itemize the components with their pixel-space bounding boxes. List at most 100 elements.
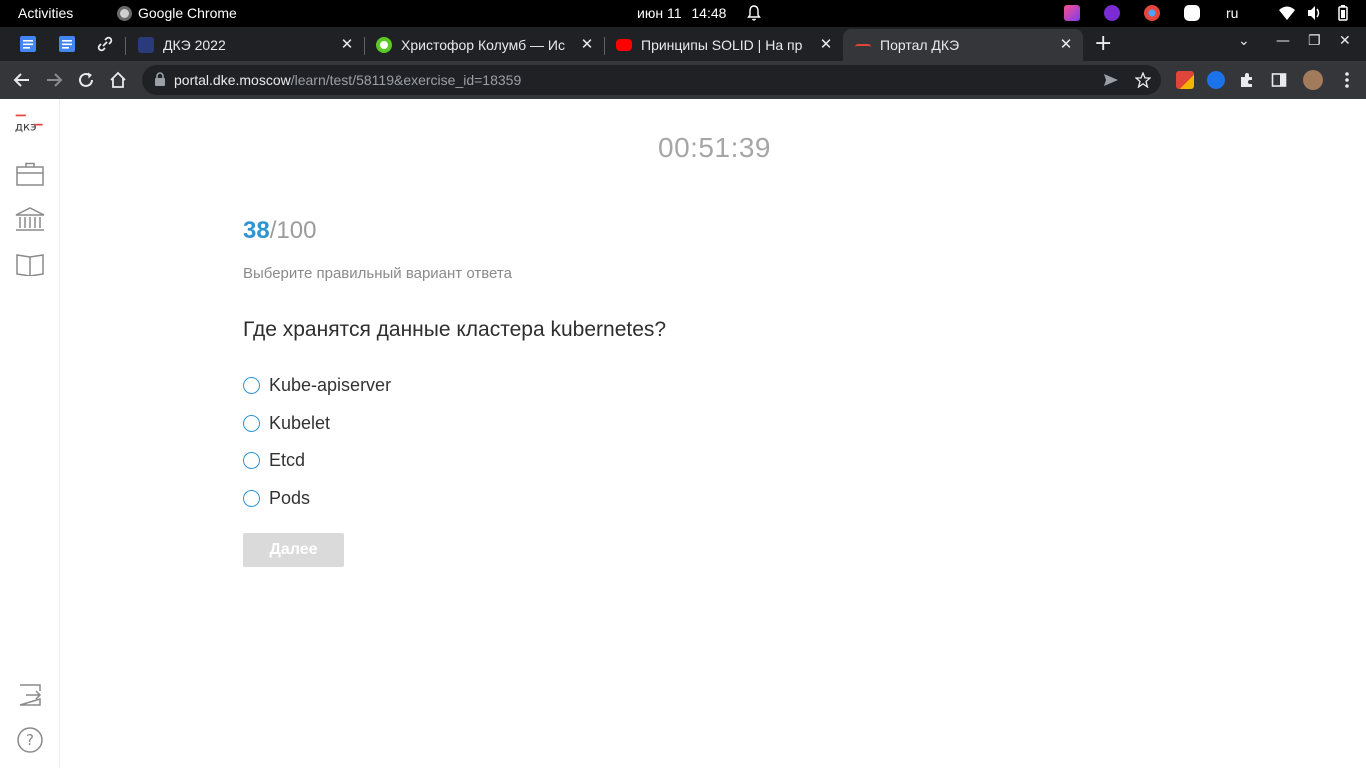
minimize-button[interactable]: — — [1276, 33, 1290, 49]
puzzle-icon — [1241, 73, 1252, 87]
back-button[interactable] — [11, 69, 33, 91]
next-button[interactable]: Далее — [243, 533, 344, 567]
option-label[interactable]: Kubelet — [269, 413, 330, 434]
battery-icon[interactable] — [1335, 5, 1351, 21]
close-icon[interactable]: ✕ — [817, 36, 835, 54]
sidebar-help[interactable]: ? — [14, 724, 46, 756]
side-panel-button[interactable] — [1268, 69, 1290, 91]
chrome-menu-button[interactable] — [1336, 69, 1358, 91]
youtube-favicon — [616, 39, 632, 51]
discord-icon[interactable] — [1184, 5, 1200, 21]
url-text: portal.dke.moscow/learn/test/58119&exerc… — [174, 72, 521, 88]
home-button[interactable] — [107, 69, 129, 91]
tab-columbus[interactable]: Христофор Колумб — Ис ✕ — [364, 29, 604, 61]
close-icon[interactable]: ✕ — [338, 36, 356, 54]
address-bar[interactable]: portal.dke.moscow/learn/test/58119&exerc… — [142, 65, 1161, 95]
mail-extension-icon[interactable] — [1176, 71, 1194, 89]
close-icon[interactable]: ✕ — [1057, 36, 1075, 54]
question-text: Где хранятся данные кластера kubernetes? — [243, 318, 667, 341]
dke-logo-icon: дкэ — [15, 114, 43, 134]
chrome-indicator-icon[interactable] — [1144, 5, 1160, 21]
dke-favicon — [138, 37, 154, 53]
answer-option[interactable]: Etcd — [243, 442, 391, 480]
window-close-button[interactable]: ✕ — [1339, 33, 1351, 49]
google-docs-icon — [20, 36, 36, 52]
total-questions: /100 — [269, 217, 317, 244]
extensions-button[interactable] — [1236, 69, 1258, 91]
pinned-tab-link[interactable] — [95, 34, 115, 54]
chrome-icon — [117, 5, 132, 21]
sidebar-item-institution[interactable] — [14, 204, 46, 236]
book-icon — [16, 254, 44, 276]
app-menu[interactable]: Google Chrome — [117, 5, 237, 21]
option-label[interactable]: Pods — [269, 488, 310, 509]
home-icon — [110, 71, 126, 88]
bookmark-star-icon[interactable] — [1134, 71, 1152, 89]
institution-icon — [15, 207, 45, 231]
more-vert-icon — [1345, 72, 1349, 88]
option-label[interactable]: Etcd — [269, 450, 305, 471]
sidebar-item-courses[interactable] — [14, 158, 46, 190]
clock-date: июн 11 — [637, 5, 682, 21]
url-path: /learn/test/58119&exercise_id=18359 — [290, 72, 522, 88]
tab-title: ДКЭ 2022 — [163, 37, 226, 53]
tab-title: Христофор Колумб — Ис — [401, 37, 565, 53]
sidebar: дкэ ? — [0, 99, 60, 768]
link-icon — [97, 36, 113, 52]
answer-option[interactable]: Kubelet — [243, 405, 391, 443]
tab-solid[interactable]: Принципы SOLID | На пр ✕ — [604, 29, 843, 61]
close-icon[interactable]: ✕ — [578, 36, 596, 54]
radio-button[interactable] — [243, 452, 260, 470]
new-tab-button[interactable]: + — [1094, 31, 1112, 56]
arrow-left-icon — [13, 73, 29, 87]
wifi-icon[interactable] — [1279, 5, 1295, 21]
tab-dke-2022[interactable]: ДКЭ 2022 ✕ — [126, 29, 364, 61]
app-name: Google Chrome — [138, 5, 237, 21]
google-docs-icon — [59, 36, 75, 52]
logo-text: дкэ — [15, 120, 37, 134]
radio-button[interactable] — [243, 414, 260, 432]
infinity-extension-icon[interactable] — [1207, 71, 1225, 89]
side-panel-icon — [1271, 73, 1287, 87]
profile-avatar[interactable] — [1303, 70, 1323, 90]
language-indicator[interactable]: ru — [1226, 5, 1238, 21]
firefox-indicator-icon[interactable] — [1104, 5, 1120, 21]
pinned-tab-docs-2[interactable] — [57, 34, 77, 54]
help-icon: ? — [17, 727, 43, 753]
clock-time: 14:48 — [691, 5, 727, 21]
answer-options: Kube-apiserver Kubelet Etcd Pods — [243, 367, 391, 517]
sidebar-logout[interactable] — [14, 679, 46, 711]
clock[interactable]: июн 11 14:48 — [637, 5, 726, 21]
forward-button[interactable] — [43, 69, 65, 91]
answer-option[interactable]: Pods — [243, 480, 391, 518]
radio-button[interactable] — [243, 377, 260, 395]
portal-page: дкэ ? 00:51:39 38/100 Выберите правильны… — [0, 99, 1366, 768]
dke-logo[interactable]: дкэ — [14, 107, 46, 139]
activities-button[interactable]: Activities — [18, 5, 73, 21]
bell-icon — [747, 5, 761, 21]
green-circle-favicon — [376, 37, 392, 53]
current-question-number: 38 — [243, 217, 270, 244]
reload-button[interactable] — [75, 69, 97, 91]
system-top-bar: Activities Google Chrome июн 11 14:48 ru — [0, 0, 1366, 27]
option-label[interactable]: Kube-apiserver — [269, 375, 391, 396]
system-tray[interactable]: ru — [1056, 0, 1366, 27]
send-tab-icon[interactable] — [1102, 71, 1120, 89]
app-indicator-icon[interactable] — [1064, 5, 1080, 21]
restore-button[interactable]: ❐ — [1308, 33, 1321, 49]
tab-search-chevron-icon[interactable]: ⌄ — [1238, 33, 1250, 49]
dke-portal-favicon — [855, 44, 871, 50]
answer-instruction: Выберите правильный вариант ответа — [243, 265, 512, 282]
browser-toolbar: portal.dke.moscow/learn/test/58119&exerc… — [0, 61, 1366, 99]
tab-title: Портал ДКЭ — [880, 37, 960, 53]
svg-text:?: ? — [26, 731, 34, 749]
sidebar-item-library[interactable] — [14, 248, 46, 280]
pinned-tab-docs-1[interactable] — [18, 34, 38, 54]
radio-button[interactable] — [243, 489, 260, 507]
reload-icon — [79, 72, 93, 87]
volume-icon[interactable] — [1307, 5, 1323, 21]
tab-title: Принципы SOLID | На пр — [641, 37, 803, 53]
answer-option[interactable]: Kube-apiserver — [243, 367, 391, 405]
tab-portal-dke[interactable]: Портал ДКЭ ✕ — [843, 29, 1083, 61]
lock-icon — [155, 72, 165, 86]
